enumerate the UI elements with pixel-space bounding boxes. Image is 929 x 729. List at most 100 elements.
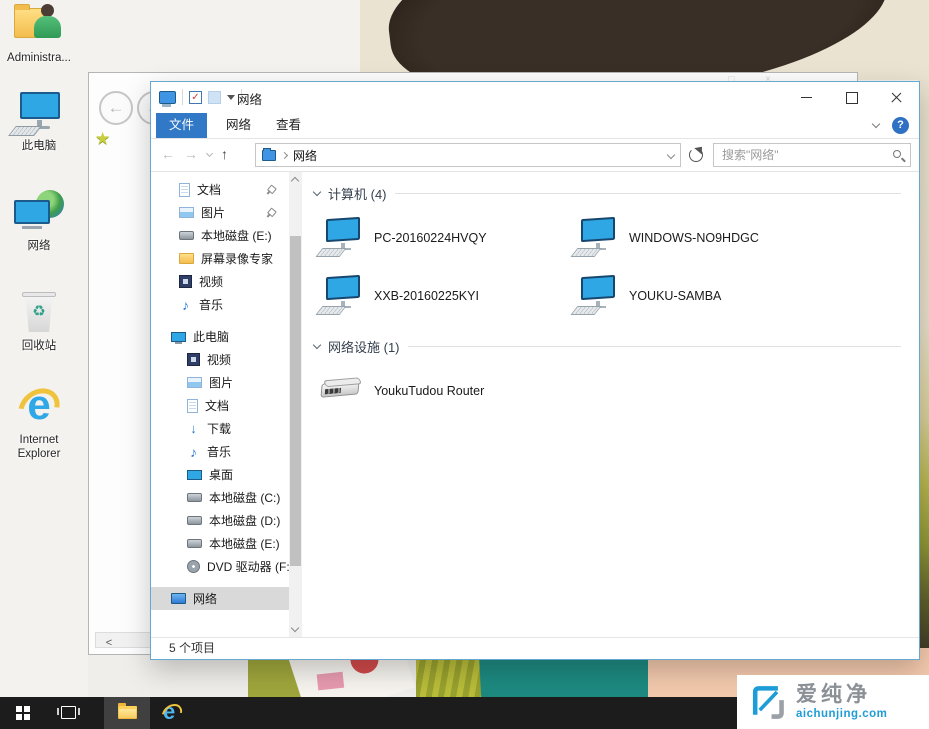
computer-item[interactable]: WINDOWS-NO9HDGC [573, 213, 828, 263]
close-button[interactable] [874, 82, 919, 112]
nav-forward-icon[interactable]: → [184, 146, 198, 162]
new-folder-icon[interactable] [208, 91, 221, 104]
desktop-icon-label: 回收站 [2, 339, 76, 353]
scrollbar-thumb[interactable] [290, 236, 301, 566]
qat-customize-icon[interactable] [227, 95, 235, 100]
watermark-title: 爱纯净 [796, 684, 887, 706]
start-button[interactable] [0, 697, 46, 729]
group-header-computers[interactable]: 计算机 (4) [314, 184, 901, 203]
music-icon: ♪ [187, 445, 200, 459]
disk-icon [179, 231, 194, 240]
scroll-left-arrow[interactable]: < [96, 636, 122, 650]
search-icon[interactable] [893, 150, 901, 158]
group-header-network-infrastructure[interactable]: 网络设施 (1) [314, 337, 901, 356]
task-view-button[interactable] [46, 697, 92, 729]
title-bar[interactable]: ✓ 网络 [151, 82, 919, 113]
computer-icon [573, 217, 619, 259]
disk-icon [187, 539, 202, 548]
collapse-group-icon[interactable] [313, 341, 321, 349]
taskbar-file-explorer-button[interactable] [104, 697, 150, 729]
minimize-button[interactable] [784, 82, 829, 112]
watermark-url: aichunjing.com [796, 708, 887, 720]
favorites-star-icon[interactable]: ★ [95, 129, 110, 149]
sidebar-scrollbar[interactable] [289, 172, 302, 637]
document-icon [179, 183, 190, 197]
folder-icon [179, 253, 194, 264]
computer-item[interactable]: XXB-20160225KYI [318, 271, 573, 321]
desktop-icon-network[interactable]: 网络 [2, 190, 76, 253]
computer-item[interactable]: YOUKU-SAMBA [573, 271, 828, 321]
tab-network[interactable]: 网络 [213, 113, 264, 138]
desktop-icon-administrator[interactable]: Administra... [2, 2, 76, 65]
music-icon: ♪ [179, 298, 192, 312]
scroll-down-icon[interactable] [291, 624, 299, 632]
router-item[interactable]: YoukuTudou Router [318, 366, 573, 416]
ribbon-collapse-icon[interactable] [872, 120, 880, 128]
document-icon [187, 399, 198, 413]
computer-icon [12, 90, 66, 136]
taskbar-internet-explorer-button[interactable]: e [150, 697, 196, 729]
sidebar-item-music[interactable]: ♪ 音乐 [151, 440, 289, 463]
status-bar: 5 个项目 [151, 637, 919, 659]
sidebar-item-network[interactable]: 网络 [151, 587, 289, 610]
desktop-icon-label: Internet Explorer [2, 433, 76, 462]
router-icon [318, 374, 364, 408]
nav-up-icon[interactable]: ↑ [221, 146, 228, 162]
sidebar-item-screen-recorder[interactable]: 屏幕录像专家 [151, 247, 289, 270]
tab-view[interactable]: 查看 [263, 113, 314, 138]
recycle-bin-icon: ♻ [12, 290, 66, 336]
sidebar-item-pictures-qa[interactable]: 图片 [151, 201, 289, 224]
window-title: 网络 [237, 89, 262, 108]
search-box[interactable] [713, 143, 911, 167]
desktop-icon-internet-explorer[interactable]: e Internet Explorer [2, 384, 76, 462]
horizontal-scrollbar[interactable]: < [95, 632, 151, 648]
scroll-up-icon[interactable] [291, 177, 299, 185]
computer-icon [318, 275, 364, 317]
refresh-icon[interactable] [689, 148, 703, 162]
address-dropdown-icon[interactable] [667, 151, 675, 159]
recent-locations-icon[interactable] [206, 149, 213, 156]
disk-icon [187, 493, 202, 502]
sidebar-item-local-disk-d[interactable]: 本地磁盘 (D:) [151, 509, 289, 532]
sidebar-item-local-disk-c[interactable]: 本地磁盘 (C:) [151, 486, 289, 509]
address-bar[interactable]: 网络 [255, 143, 681, 167]
sidebar-item-this-pc[interactable]: 此电脑 [151, 325, 289, 348]
nav-back-icon[interactable]: ← [161, 146, 175, 162]
dvd-icon [187, 560, 200, 573]
sidebar-item-documents[interactable]: 文档 [151, 394, 289, 417]
pin-icon [264, 206, 277, 219]
file-list: 计算机 (4) PC-20160224HVQY WINDOWS- [306, 172, 919, 637]
sidebar-item-desktop[interactable]: 桌面 [151, 463, 289, 486]
disk-icon [187, 516, 202, 525]
sidebar-item-videos[interactable]: 视频 [151, 348, 289, 371]
pin-icon [264, 183, 277, 196]
quick-access-toolbar: ✓ [159, 87, 242, 107]
back-button[interactable]: ← [99, 91, 133, 125]
pictures-icon [179, 207, 194, 218]
desktop-icon-label: 网络 [2, 239, 76, 253]
sidebar-item-local-disk-e[interactable]: 本地磁盘 (E:) [151, 532, 289, 555]
properties-icon[interactable]: ✓ [189, 91, 202, 104]
desktop-icon [187, 470, 202, 480]
sidebar-item-downloads[interactable]: ↓ 下载 [151, 417, 289, 440]
sidebar-item-dvd-drive[interactable]: DVD 驱动器 (F:) [151, 555, 289, 578]
desktop-icon-this-pc[interactable]: 此电脑 [2, 90, 76, 153]
breadcrumb-separator-icon [281, 151, 288, 158]
sidebar-item-local-disk-e-qa[interactable]: 本地磁盘 (E:) [151, 224, 289, 247]
help-icon[interactable]: ? [892, 117, 909, 134]
sidebar-item-videos-qa[interactable]: 视频 [151, 270, 289, 293]
search-input[interactable] [714, 144, 884, 166]
breadcrumb[interactable]: 网络 [293, 147, 317, 164]
desktop-icon-recycle-bin[interactable]: ♻ 回收站 [2, 290, 76, 353]
tab-file[interactable]: 文件 [156, 113, 207, 138]
task-view-icon [61, 706, 76, 719]
sidebar-item-documents-qa[interactable]: 文档 [151, 178, 289, 201]
collapse-group-icon[interactable] [313, 188, 321, 196]
windows-logo-icon [16, 706, 30, 720]
sidebar-item-pictures[interactable]: 图片 [151, 371, 289, 394]
maximize-button[interactable] [829, 82, 874, 112]
sidebar-item-music-qa[interactable]: ♪ 音乐 [151, 293, 289, 316]
navigation-pane: 文档 图片 本地磁盘 (E:) 屏幕录像专家 [151, 172, 289, 637]
computer-item[interactable]: PC-20160224HVQY [318, 213, 573, 263]
download-icon: ↓ [187, 422, 200, 436]
